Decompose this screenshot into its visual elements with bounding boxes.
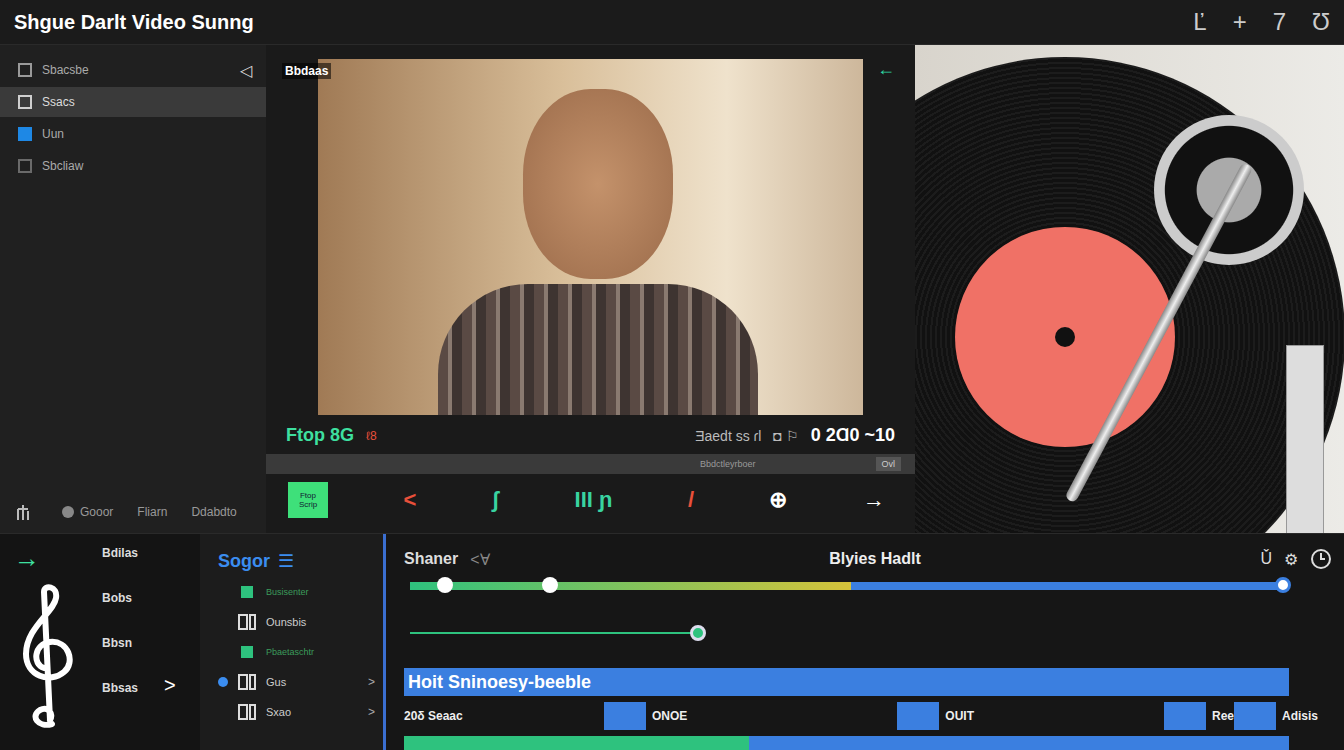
toolbar-button[interactable]: + bbox=[1233, 8, 1247, 36]
clock-icon[interactable] bbox=[1310, 548, 1332, 570]
collapse-button[interactable]: ◁ bbox=[240, 61, 252, 80]
tool-button[interactable]: Ftop Scrip bbox=[288, 482, 328, 518]
selection-dot bbox=[218, 707, 228, 717]
cue[interactable]: Ree bbox=[1164, 702, 1234, 730]
timeline-button[interactable]: ⚙ bbox=[1284, 550, 1298, 569]
selection-dot bbox=[218, 677, 228, 687]
track-item[interactable]: Sxao> bbox=[218, 700, 375, 724]
note-icon bbox=[236, 612, 258, 632]
bars-icon[interactable] bbox=[16, 503, 38, 521]
audio-track[interactable] bbox=[404, 736, 1289, 750]
selection-dot bbox=[218, 647, 228, 657]
track-item[interactable]: Ounsbis bbox=[218, 610, 375, 634]
track-item[interactable]: Pbaetaschtr bbox=[218, 640, 375, 664]
nav-button[interactable]: <Ɐ bbox=[470, 548, 489, 570]
cue[interactable]: OUIT bbox=[897, 702, 974, 730]
swatch-icon bbox=[241, 646, 253, 658]
next-button[interactable]: > bbox=[164, 674, 176, 697]
slider-knob[interactable] bbox=[690, 625, 706, 641]
turntable-picture bbox=[915, 45, 1344, 533]
tool-button[interactable]: / bbox=[688, 487, 694, 513]
note-icon bbox=[236, 672, 258, 692]
square-icon bbox=[18, 127, 32, 141]
slider-knob[interactable] bbox=[437, 577, 453, 593]
tool-row: Ftop Scrip < ʃ III ɲ / ⊕ → bbox=[266, 474, 915, 518]
window-title: Shgue Darlt Video Sunng bbox=[14, 11, 254, 34]
toolbar-button[interactable]: Ľ bbox=[1193, 8, 1206, 36]
sidebar: Sbacsbe◁SsacsUunSbcliaw Gooor Fliarn Ddabdt… bbox=[0, 45, 266, 533]
treble-clef-icon bbox=[14, 584, 84, 734]
tool-button[interactable]: ⊕ bbox=[769, 487, 787, 513]
selection-dot bbox=[218, 587, 228, 597]
scrub-bar[interactable]: BbdctleyrboerOvl bbox=[266, 454, 915, 474]
sidebar-item[interactable]: Ssacs bbox=[0, 87, 266, 117]
tool-button[interactable]: III ɲ bbox=[575, 487, 613, 513]
sidebar-item[interactable]: Sbcliaw bbox=[0, 151, 266, 181]
cue-row: 20δ SeaacONOEOUITReeAdisis bbox=[404, 702, 1289, 730]
square-icon bbox=[18, 95, 32, 109]
library-item[interactable]: Bbsas bbox=[102, 681, 138, 695]
status-row: Ftop 8Gℓ8Ǝaedt ss ɾl◘ ⚐0 2Ɑ0 ~10 bbox=[266, 415, 915, 446]
timeline-button[interactable]: Ǔ bbox=[1260, 550, 1272, 568]
toolbar-button[interactable]: Ʊ bbox=[1312, 8, 1330, 36]
slider-knob[interactable] bbox=[542, 577, 558, 593]
cue[interactable]: Adisis bbox=[1234, 702, 1318, 730]
library-item[interactable]: Bobs bbox=[102, 591, 138, 605]
cue[interactable]: ONOE bbox=[604, 702, 687, 730]
sub-slider[interactable] bbox=[410, 632, 1283, 634]
dot-icon bbox=[62, 506, 74, 518]
slider-knob[interactable] bbox=[1275, 577, 1291, 593]
tool-button[interactable]: ʃ bbox=[492, 487, 499, 513]
library-item[interactable]: Bdilas bbox=[102, 546, 138, 560]
sidebar-item[interactable]: Uun bbox=[0, 119, 266, 149]
progress-slider[interactable] bbox=[410, 582, 1283, 590]
library-item[interactable]: Bbsn bbox=[102, 636, 138, 650]
arrow-button[interactable]: → bbox=[14, 546, 102, 570]
footer-link[interactable]: Ddabdto bbox=[191, 505, 236, 519]
track-item[interactable]: Busisenter bbox=[218, 580, 375, 604]
clip-bar[interactable]: Hoit Sninoesy-beeble bbox=[404, 668, 1289, 696]
tool-button[interactable]: < bbox=[403, 487, 416, 513]
menu-button[interactable]: ☰ bbox=[278, 550, 294, 572]
swatch-icon bbox=[241, 586, 253, 598]
tool-button[interactable]: → bbox=[863, 487, 885, 513]
preview-label: Bbdaas bbox=[282, 63, 331, 79]
title-bar: Shgue Darlt Video Sunng Ľ +7Ʊ bbox=[0, 0, 1344, 45]
footer-link[interactable]: Gooor bbox=[62, 505, 113, 519]
selection-dot bbox=[218, 617, 228, 627]
square-icon bbox=[18, 159, 32, 173]
preview-panel: Bbdaas ← Ftop 8Gℓ8Ǝaedt ss ɾl◘ ⚐0 2Ɑ0 ~10 B… bbox=[266, 45, 915, 533]
square-icon bbox=[18, 63, 32, 77]
video-frame bbox=[318, 59, 863, 415]
video-editor: Shgue Darlt Video Sunng Ľ +7Ʊ Sbacsbe◁Ssacs… bbox=[0, 0, 1344, 750]
note-icon bbox=[236, 702, 258, 722]
track-item[interactable]: Gus> bbox=[218, 670, 375, 694]
footer-link[interactable]: Fliarn bbox=[137, 505, 167, 519]
timeline-panel: Shaner<ⱯBlyies HadltǓ⚙Hoit Sninoesy-beeb… bbox=[386, 534, 1344, 750]
library-panel: →Bdilas Bobs Bbsn Bbsas > bbox=[0, 534, 200, 750]
sidebar-item[interactable]: Sbacsbe◁ bbox=[0, 55, 266, 85]
tracks-panel: Sogor☰BusisenterOunsbisPbaetaschtrGus>Sx… bbox=[200, 534, 386, 750]
toolbar-button[interactable]: 7 bbox=[1273, 8, 1286, 36]
back-button[interactable]: ← bbox=[877, 59, 895, 80]
